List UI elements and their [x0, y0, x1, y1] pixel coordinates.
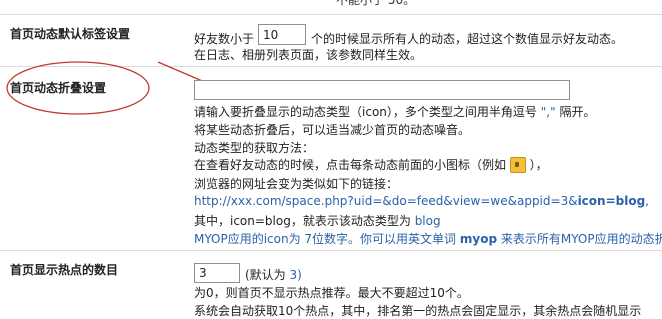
divider — [0, 14, 662, 15]
hot-topics-help-line1: 为0，则首页不显示热点推荐。最大不要超过10个。 — [194, 286, 469, 300]
divider — [0, 66, 662, 67]
feed-fold-setting-label: 首页动态折叠设置 — [10, 81, 107, 95]
feed-fold-types-input[interactable] — [194, 80, 570, 100]
feed-fold-help-line3: 动态类型的获取方法： — [194, 141, 315, 155]
friend-count-input[interactable] — [258, 24, 306, 45]
feed-fold-help-line1: 请输入要折叠显示的动态类型（icon），多个类型之间用半角逗号 "," 隔开。 — [194, 105, 596, 119]
feed-fold-help-line2: 将某些动态折叠后，可以适当减少首页的动态噪音。 — [194, 123, 471, 137]
feed-fold-help-line5: 浏览器的网址会变为类似如下的链接： — [194, 177, 399, 191]
feed-fold-help-line8: MYOP应用的icon为 7位数字。你可以用英文单词 myop 来表示所有MYO… — [194, 232, 662, 246]
default-tab-setting-label: 首页动态默认标签设置 — [10, 27, 131, 41]
feed-url-example: http://xxx.com/space.php?uid=&do=feed&vi… — [194, 194, 649, 208]
friend-count-suffix: 个的时候显示所有人的动态，超过这个数值显示好友动态。 — [311, 32, 624, 46]
feed-fold-help-line7: 其中，icon=blog，就表示该动态类型为 blog — [194, 214, 441, 228]
hot-topics-help-line2: 系统会自动获取10个热点，其中，排名第一的热点会固定显示，其余热点会随机显示 — [194, 304, 642, 318]
friend-count-note: 在日志、相册列表页面，该参数同样生效。 — [194, 48, 423, 62]
lock-icon — [509, 156, 526, 173]
hot-topics-count-input[interactable] — [194, 263, 240, 283]
hot-topics-count-label: 首页显示热点的数目 — [10, 263, 119, 277]
feed-fold-help-line4: 在查看好友动态的时候，点击每条动态前面的小图标（例如 ）， — [194, 156, 548, 173]
previous-setting-note: 不能小于 50。 — [336, 0, 416, 7]
friend-count-prefix: 好友数小于 — [194, 32, 255, 46]
divider — [0, 250, 662, 251]
hot-topics-default: (默认为 3) — [245, 268, 302, 282]
